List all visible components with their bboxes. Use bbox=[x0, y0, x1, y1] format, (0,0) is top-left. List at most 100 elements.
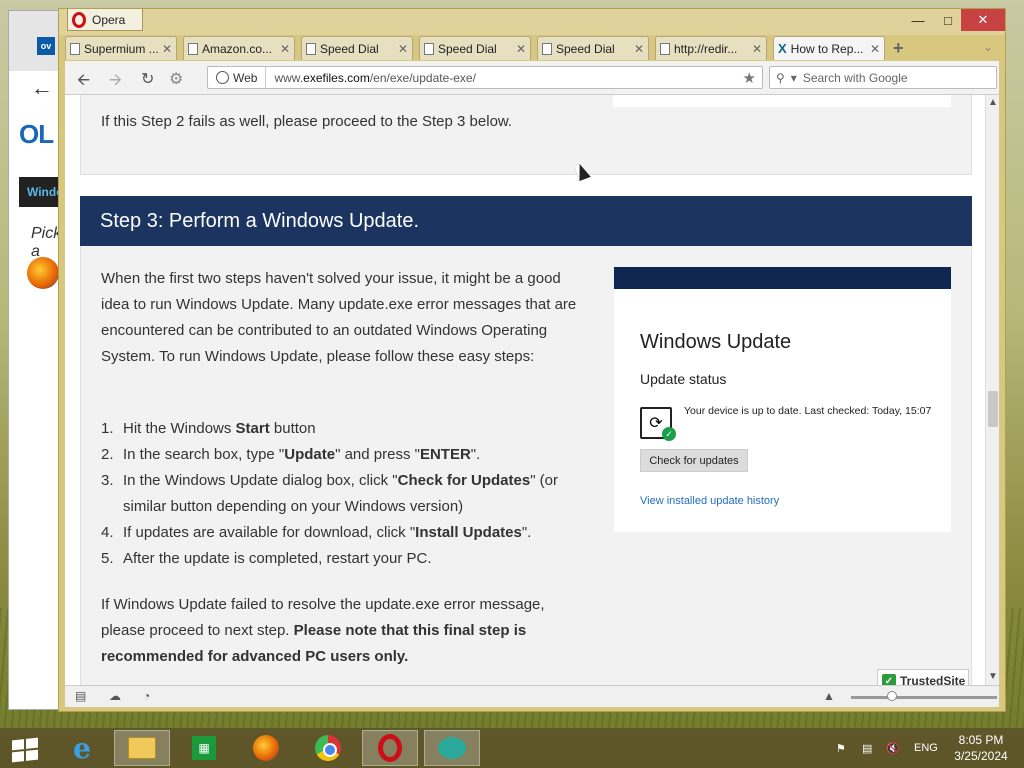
tab-menu-chevron-icon[interactable]: ⌄ bbox=[983, 40, 993, 54]
address-field[interactable]: Web www.exefiles.com/en/exe/update-exe/ … bbox=[207, 66, 763, 89]
taskbar-firefox[interactable] bbox=[238, 730, 294, 766]
opera-menu-button[interactable]: Opera bbox=[67, 9, 143, 31]
list-number: 2. bbox=[101, 446, 114, 463]
search-icon: ⚲ bbox=[776, 70, 785, 85]
list-number: 5. bbox=[101, 550, 114, 567]
text-bold: Start bbox=[235, 420, 270, 437]
tab-close-icon[interactable]: ✕ bbox=[634, 42, 644, 56]
taskbar-store[interactable]: ▦ bbox=[176, 730, 232, 766]
back-icon[interactable]: 🡨 bbox=[77, 69, 90, 96]
zoom-slider-handle[interactable] bbox=[887, 691, 897, 701]
firefox-icon bbox=[253, 735, 279, 761]
url-prefix: www. bbox=[274, 70, 304, 85]
page-viewport[interactable]: If this Step 2 fails as well, please pro… bbox=[65, 95, 985, 685]
taskbar: e ▦ ⚑ ▤ 🔇 ENG 8:05 PM 3/25/2024 bbox=[0, 728, 1024, 768]
network-icon[interactable]: ▤ bbox=[862, 728, 872, 768]
step-3-outro: If Windows Update failed to resolve the … bbox=[101, 592, 591, 670]
taskbar-chrome[interactable] bbox=[300, 730, 356, 766]
back-arrow-icon[interactable]: ← bbox=[31, 75, 53, 101]
tab-5[interactable]: Speed Dial ✕ bbox=[537, 36, 649, 60]
shield-check-icon: ✓ bbox=[882, 674, 896, 685]
search-input[interactable]: ⚲ ▾ Search with Google bbox=[769, 66, 997, 89]
scroll-down-icon[interactable]: ▼ bbox=[988, 671, 998, 682]
windows-update-screenshot: Windows Update Update status ⟳ ✓ Your de… bbox=[614, 267, 951, 532]
page-icon bbox=[188, 42, 198, 55]
bookmark-star-icon[interactable]: ★ bbox=[743, 69, 762, 87]
taskbar-internet-explorer[interactable]: e bbox=[54, 730, 110, 766]
tab-close-icon[interactable]: ✕ bbox=[280, 42, 290, 56]
key-icon[interactable]: ⚙ bbox=[169, 69, 183, 89]
tab-label: Supermium ... bbox=[84, 41, 158, 56]
forward-icon[interactable]: 🡪 bbox=[109, 69, 122, 96]
checkmark-icon: ✓ bbox=[662, 427, 676, 441]
tab-close-icon[interactable]: ✕ bbox=[162, 42, 172, 56]
folder-icon bbox=[128, 737, 156, 759]
text-bold: Check for Updates bbox=[397, 472, 531, 489]
clock[interactable]: 8:05 PM 3/25/2024 bbox=[950, 732, 1012, 764]
tab-3[interactable]: Speed Dial ✕ bbox=[301, 36, 413, 60]
background-tab-badge[interactable]: ov bbox=[37, 37, 55, 55]
text-bold: ENTER bbox=[419, 446, 471, 463]
tab-close-icon[interactable]: ✕ bbox=[398, 42, 408, 56]
tab-7-active[interactable]: X How to Rep... ✕ bbox=[773, 36, 885, 60]
wu-status: Your device is up to date. Last checked:… bbox=[684, 405, 932, 417]
tab-label: Speed Dial bbox=[320, 41, 379, 56]
volume-muted-icon[interactable]: 🔇 bbox=[886, 728, 900, 768]
tab-close-icon[interactable]: ✕ bbox=[870, 42, 880, 56]
reload-icon[interactable]: ↻ bbox=[141, 69, 154, 89]
step-3-body: When the first two steps haven't solved … bbox=[80, 246, 972, 685]
language-indicator[interactable]: ENG bbox=[914, 728, 938, 768]
tab-label: Speed Dial bbox=[556, 41, 615, 56]
opera-logo-icon bbox=[72, 11, 86, 28]
action-center-flag-icon[interactable]: ⚑ bbox=[836, 728, 846, 768]
step-2-tail-section: If this Step 2 fails as well, please pro… bbox=[80, 95, 972, 175]
zoom-up-icon[interactable]: ▲ bbox=[823, 689, 835, 703]
panel-toggle-icon[interactable]: ▤ bbox=[75, 689, 86, 703]
list-item: 4. If updates are available for download… bbox=[101, 520, 591, 546]
page-icon bbox=[542, 42, 552, 55]
text-plain: " and press " bbox=[335, 446, 420, 463]
text-plain: If updates are available for download, c… bbox=[123, 524, 416, 541]
url-text[interactable]: www.exefiles.com/en/exe/update-exe/ bbox=[266, 71, 742, 85]
tab-4[interactable]: Speed Dial ✕ bbox=[419, 36, 531, 60]
taskbar-file-explorer[interactable] bbox=[114, 730, 170, 766]
zoom-slider-track[interactable] bbox=[851, 696, 997, 699]
scrollbar-thumb[interactable] bbox=[988, 391, 998, 427]
tab-close-icon[interactable]: ✕ bbox=[516, 42, 526, 56]
tab-2[interactable]: Amazon.co... ✕ bbox=[183, 36, 295, 60]
update-history-link: View installed update history bbox=[640, 495, 780, 507]
tab-label: Amazon.co... bbox=[202, 41, 273, 56]
web-security-button[interactable]: Web bbox=[208, 67, 267, 88]
chat-bubble-icon bbox=[438, 737, 466, 759]
tab-1[interactable]: Supermium ... ✕ bbox=[65, 36, 177, 60]
tab-close-icon[interactable]: ✕ bbox=[752, 42, 762, 56]
list-text: After the update is completed, restart y… bbox=[123, 546, 431, 572]
store-icon: ▦ bbox=[192, 736, 216, 760]
list-item: 2. In the search box, type "Update" and … bbox=[101, 442, 591, 468]
taskbar-opera[interactable] bbox=[362, 730, 418, 766]
scroll-up-icon[interactable]: ▲ bbox=[988, 97, 998, 108]
text-plain: In the search box, type " bbox=[123, 446, 285, 463]
taskbar-messenger[interactable] bbox=[424, 730, 480, 766]
start-button[interactable] bbox=[0, 730, 56, 766]
close-window-button[interactable]: ✕ bbox=[961, 9, 1005, 31]
list-text: In the Windows Update dialog box, click … bbox=[123, 468, 591, 520]
cloud-icon[interactable]: ☁ bbox=[109, 689, 121, 703]
speed-icon[interactable]: ◔ bbox=[143, 689, 150, 703]
trusted-label: TrustedSite bbox=[900, 674, 966, 685]
url-domain: exefiles.com bbox=[303, 70, 370, 85]
tab-bar: Supermium ... ✕ Amazon.co... ✕ Speed Dia… bbox=[65, 36, 999, 61]
list-number: 1. bbox=[101, 420, 114, 437]
firefox-icon bbox=[27, 257, 59, 289]
tab-6[interactable]: http://redir... ✕ bbox=[655, 36, 767, 60]
minimize-button[interactable]: — bbox=[901, 9, 935, 31]
new-tab-plus-icon[interactable]: + bbox=[893, 38, 904, 59]
step-3-instructions-list: 1. Hit the Windows Start button 2. In th… bbox=[101, 416, 591, 572]
text-plain: After the update is completed, restart y… bbox=[123, 550, 432, 567]
vertical-scrollbar[interactable]: ▲ ▼ bbox=[985, 95, 999, 685]
search-engine-dropdown-icon[interactable]: ▾ bbox=[791, 71, 797, 85]
trustedsite-badge[interactable]: ✓ TrustedSite bbox=[877, 669, 969, 685]
list-text: In the search box, type "Update" and pre… bbox=[123, 442, 480, 468]
maximize-button[interactable]: □ bbox=[931, 9, 965, 31]
wu-title: Windows Update bbox=[640, 331, 792, 353]
